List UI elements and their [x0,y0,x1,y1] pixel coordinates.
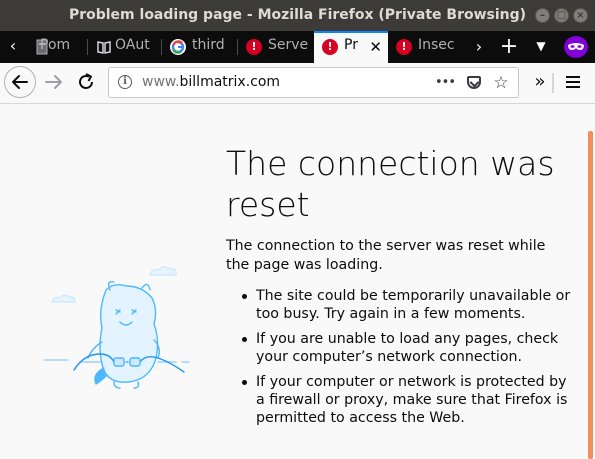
navigation-toolbar: i www.billmatrix.com ••• ☆ » [0,63,595,104]
minimize-window-button[interactable]: – [535,8,550,23]
page-scrollbar[interactable] [588,131,593,459]
page-actions-button[interactable]: ••• [434,71,456,95]
private-browsing-icon [564,36,588,58]
tab-label: third [192,37,225,53]
tab-label: Pr [344,37,358,53]
list-item: If your computer or network is protected… [226,373,571,427]
tab-label: Pom [40,37,71,53]
forward-button[interactable] [40,68,68,96]
error-description: The connection to the server was reset w… [226,238,546,273]
back-arrow-icon [12,75,28,89]
back-button[interactable] [4,66,36,98]
connection-reset-illustration [43,262,204,396]
error-icon: ! [396,39,412,55]
site-info-icon[interactable]: i [118,75,132,89]
error-icon: ! [246,39,262,55]
reload-button[interactable] [72,68,100,96]
tab-strip: ‹ Pom OAut third ! Serve ! Pr ✕ ! Insec … [0,31,595,63]
tab-label: Serve [268,37,309,53]
window-title: Problem loading page - Mozilla Firefox (… [68,7,527,23]
scroll-tabs-left-button[interactable]: ‹ [0,31,26,63]
url-host: billmatrix.com [179,74,281,90]
url-bar[interactable]: i www.billmatrix.com ••• ☆ [108,67,519,98]
hamburger-menu-button[interactable] [559,68,587,96]
error-icon: ! [322,39,338,55]
tab-oauth[interactable]: OAut [88,31,162,63]
tab-pom[interactable]: Pom [26,31,88,63]
toolbar-separator [552,73,554,93]
window-titlebar: Problem loading page - Mozilla Firefox (… [0,0,595,31]
reload-icon [79,73,93,89]
google-icon [170,39,186,55]
forward-arrow-icon [45,75,62,89]
maximize-window-button[interactable]: □ [554,8,569,23]
url-text[interactable]: www.billmatrix.com [142,74,280,90]
new-tab-button[interactable]: + [496,31,522,63]
tab-problem-loading[interactable]: ! Pr ✕ [314,31,388,63]
close-window-button[interactable]: × [573,8,588,23]
list-item: The site could be temporarily unavailabl… [226,287,571,323]
tab-insecure[interactable]: ! Insec [388,31,464,63]
list-all-tabs-button[interactable]: ▼ [528,31,554,63]
error-suggestions-list: The site could be temporarily unavailabl… [226,287,571,434]
url-prefix: www. [142,74,180,90]
tab-server-error[interactable]: ! Serve [238,31,314,63]
pocket-icon[interactable] [467,76,481,89]
error-title: The connection was reset [226,144,555,224]
scroll-tabs-right-button[interactable]: › [466,31,492,63]
bookmark-star-icon[interactable]: ☆ [490,71,512,95]
overflow-menu-button[interactable]: » [526,68,554,96]
tab-third[interactable]: third [162,31,238,63]
list-item: If you are unable to load any pages, che… [226,330,571,366]
book-icon [96,39,112,55]
tab-label: OAut [115,37,150,53]
tab-label: Insec [418,37,455,53]
close-tab-icon[interactable]: ✕ [369,38,382,56]
menu-icon [566,76,580,88]
